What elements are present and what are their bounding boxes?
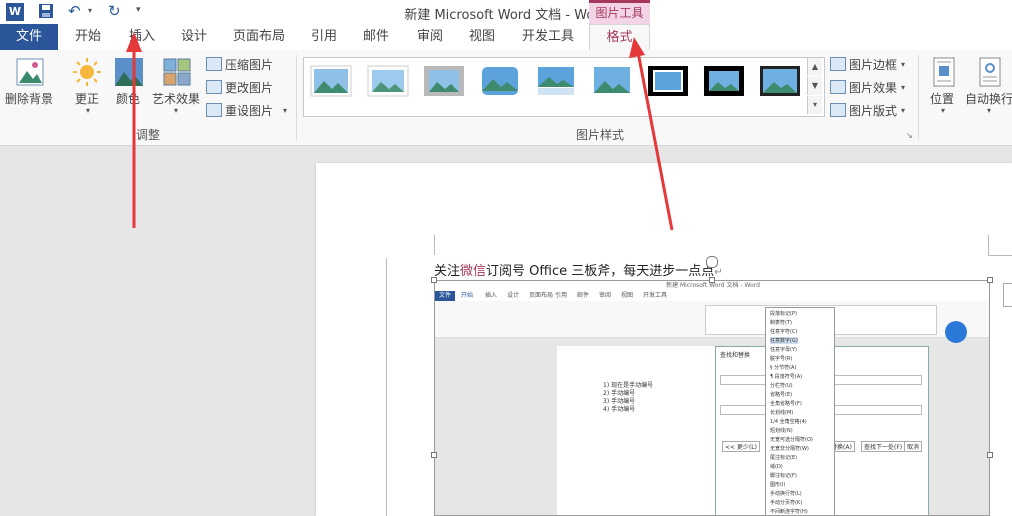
annotation-arrows: [126, 32, 674, 231]
